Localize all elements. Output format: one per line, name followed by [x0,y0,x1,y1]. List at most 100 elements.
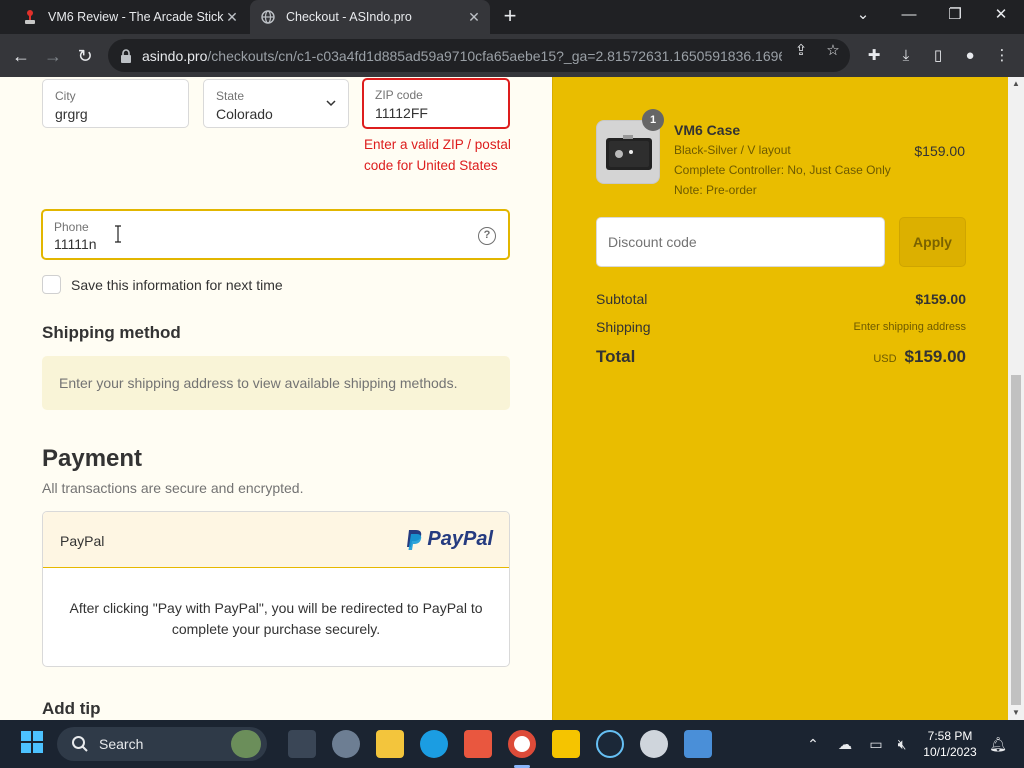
phone-field[interactable]: Phone 11111n ? [41,209,510,260]
globe-favicon-icon [260,9,276,25]
share-icon[interactable]: ⇪ [792,42,810,60]
shipping-label: Shipping [596,319,651,335]
total-value: $159.00 [904,347,966,366]
reload-icon[interactable]: ↻ [72,43,98,69]
windows-taskbar: Search ⌃ ☁ ▭ 🔇︎ 7:58 PM 10/1/2023 🔔︎ [0,720,1024,768]
product-variant: Black-Silver / V layout [674,143,791,157]
clock-time: 7:58 PM [927,729,973,743]
total-amount: USD $159.00 [873,347,966,367]
zip-code-field[interactable]: ZIP code 11112FF [362,78,510,129]
paypal-option[interactable]: PayPal PayPal [43,512,509,568]
payment-heading: Payment [42,445,143,472]
checkout-form-column: City grgrg State Colorado ZIP code 11112… [0,77,552,720]
currency-code: USD [873,353,897,365]
phone-value: 11111n [54,236,97,252]
menu-kebab-icon[interactable]: ⋮ [992,46,1012,66]
new-tab-button[interactable]: + [498,5,522,29]
shipping-method-heading: Shipping method [42,323,181,342]
url-text: asindo.pro/checkouts/cn/c1-c03a4fd1d885a… [142,47,782,64]
payment-method-box: PayPal PayPal After clicking "Pay with P… [42,511,510,667]
minimize-icon[interactable]: — [886,0,932,30]
arcade-stick-favicon-icon [22,9,38,25]
apply-discount-button[interactable]: Apply [899,217,966,267]
city-field[interactable]: City grgrg [42,79,189,128]
taskbar-search[interactable]: Search [57,727,267,761]
steam-icon[interactable] [596,730,624,758]
onedrive-cloud-icon[interactable]: ☁ [835,734,855,754]
search-highlight-icon [231,730,261,758]
tray-chevron-up-icon[interactable]: ⌃ [803,734,823,754]
app-yellow-icon[interactable] [552,730,580,758]
browser-toolbar: ← → ↻ asindo.pro/checkouts/cn/c1-c03a4fd… [0,34,1024,77]
paypal-option-label: PayPal [60,533,105,549]
paypal-wordmark: PayPal [427,528,493,550]
text-cursor-icon [115,225,121,243]
subtotal-label: Subtotal [596,291,648,307]
subtotal-row: Subtotal $159.00 [596,291,966,307]
save-info-checkbox[interactable] [42,275,61,294]
shipping-row: Shipping Enter shipping address [596,319,966,335]
volume-muted-icon[interactable]: 🔇︎ [892,734,912,754]
checkout-page: City grgrg State Colorado ZIP code 11112… [0,77,1024,720]
edge-icon[interactable] [420,730,448,758]
notification-bell-icon[interactable]: 🔔︎ [988,734,1008,754]
display-icon[interactable]: ▭ [866,734,886,754]
forward-arrow-icon[interactable]: → [40,43,66,69]
tab-title: Checkout - ASIndo.pro [286,10,412,24]
search-label: Search [99,736,144,752]
tab-vm6-review[interactable]: VM6 Review - The Arcade Stick ✕ [12,0,248,34]
restore-icon[interactable]: ❐ [932,0,978,30]
add-tip-heading: Add tip [42,699,101,718]
zip-label: ZIP code [375,88,423,102]
taskbar-clock[interactable]: 7:58 PM 10/1/2023 [918,728,982,760]
help-question-icon[interactable]: ? [478,227,496,245]
widgets-icon[interactable] [332,730,360,758]
tab-bar: VM6 Review - The Arcade Stick ✕ Checkout… [0,0,1024,34]
paypal-p-icon [407,529,422,550]
order-summary: 1 VM6 Case Black-Silver / V layout Compl… [552,77,1008,720]
page-scrollbar[interactable]: ▲ ▼ [1008,77,1024,720]
chrome-icon[interactable] [508,730,536,758]
bookmark-star-icon[interactable]: ☆ [824,42,842,60]
payment-subtitle: All transactions are secure and encrypte… [42,480,304,496]
close-tab-icon[interactable]: ✕ [466,9,482,25]
photos-icon[interactable] [684,730,712,758]
shipping-value: Enter shipping address [853,321,966,333]
side-panel-icon[interactable]: ▯ [928,46,948,66]
subtotal-value: $159.00 [915,291,966,307]
close-tab-icon[interactable]: ✕ [224,9,240,25]
zip-value: 11112FF [375,105,428,121]
shipping-method-notice: Enter your shipping address to view avai… [42,356,510,410]
scroll-down-arrow-icon[interactable]: ▼ [1008,706,1024,720]
scrollbar-thumb[interactable] [1011,375,1021,705]
scroll-up-arrow-icon[interactable]: ▲ [1008,77,1024,91]
back-arrow-icon[interactable]: ← [8,43,34,69]
app-gray-icon[interactable] [640,730,668,758]
product-price: $159.00 [914,143,965,159]
city-label: City [55,89,76,103]
store-icon[interactable] [464,730,492,758]
windows-start-icon[interactable] [20,730,48,758]
search-icon [72,736,88,752]
paypal-redirect-info: After clicking "Pay with PayPal", you wi… [69,600,483,637]
address-bar[interactable]: asindo.pro/checkouts/cn/c1-c03a4fd1d885a… [108,39,850,72]
file-explorer-icon[interactable] [376,730,404,758]
product-name: VM6 Case [674,122,741,138]
task-view-icon[interactable] [288,730,316,758]
clock-date: 10/1/2023 [923,745,977,759]
close-window-icon[interactable]: ✕ [978,0,1024,30]
discount-code-input[interactable]: Discount code [596,217,885,267]
quantity-badge: 1 [642,109,664,131]
state-select[interactable]: State Colorado [203,79,349,128]
tab-search-chevron-icon[interactable]: ⌄ [840,0,886,30]
tab-title: VM6 Review - The Arcade Stick [48,10,224,24]
tab-checkout[interactable]: Checkout - ASIndo.pro ✕ [250,0,490,34]
download-icon[interactable]: ⤓ [896,46,916,66]
product-note: Note: Pre-order [674,183,757,197]
product-option: Complete Controller: No, Just Case Only [674,163,891,177]
chevron-down-icon [326,100,336,107]
save-info-label[interactable]: Save this information for next time [71,277,283,293]
extensions-puzzle-icon[interactable]: ✚ [864,46,884,66]
profile-icon[interactable]: ● [960,46,980,66]
lock-icon [121,48,131,63]
